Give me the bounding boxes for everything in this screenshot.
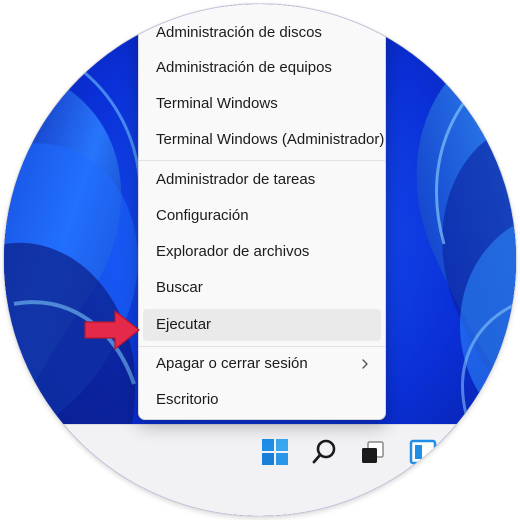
menu-item-label: Administración de equipos	[156, 59, 332, 76]
menu-item-run[interactable]: Ejecutar	[143, 309, 381, 341]
menu-item-label: Administración de discos	[156, 24, 322, 41]
menu-item-shutdown-signout[interactable]: Apagar o cerrar sesión	[143, 348, 381, 380]
pointer-arrow-icon	[84, 310, 140, 350]
menu-item-label: Terminal Windows	[156, 95, 278, 112]
menu-item-desktop[interactable]: Escritorio	[143, 384, 381, 416]
menu-item-label: Explorador de archivos	[156, 243, 310, 260]
menu-item-label: Apagar o cerrar sesión	[156, 355, 308, 372]
menu-item-label: Configuración	[156, 207, 249, 224]
windows-start-icon[interactable]	[260, 437, 290, 467]
menu-item-label: Terminal Windows (Administrador)	[156, 131, 385, 148]
taskbar	[4, 424, 516, 516]
menu-item-file-explorer[interactable]: Explorador de archivos	[143, 236, 381, 268]
menu-separator	[139, 160, 385, 161]
menu-item-task-manager[interactable]: Administrador de tareas	[143, 164, 381, 196]
magnifier-circle: Administración de discos Administración …	[4, 4, 516, 516]
menu-item-search[interactable]: Buscar	[143, 272, 381, 304]
menu-item-label: Escritorio	[156, 391, 219, 408]
menu-item-settings[interactable]: Configuración	[143, 200, 381, 232]
menu-separator	[139, 346, 385, 347]
winx-context-menu: Administración de discos Administración …	[138, 4, 386, 420]
menu-item-label: Buscar	[156, 279, 203, 296]
menu-item-label: Administrador de tareas	[156, 171, 316, 188]
menu-item-computer-management[interactable]: Administración de equipos	[143, 52, 381, 84]
screenshot-stage: Administración de discos Administración …	[0, 0, 520, 520]
menu-item-windows-terminal[interactable]: Terminal Windows	[143, 88, 381, 120]
menu-item-windows-terminal-admin[interactable]: Terminal Windows (Administrador)	[143, 124, 385, 156]
widgets-icon[interactable]	[408, 437, 438, 467]
search-icon[interactable]	[310, 437, 340, 467]
menu-item-label: Ejecutar	[156, 316, 212, 333]
chevron-right-icon	[362, 359, 368, 369]
task-view-icon[interactable]	[358, 437, 388, 467]
menu-item-disk-management[interactable]: Administración de discos	[143, 17, 381, 49]
